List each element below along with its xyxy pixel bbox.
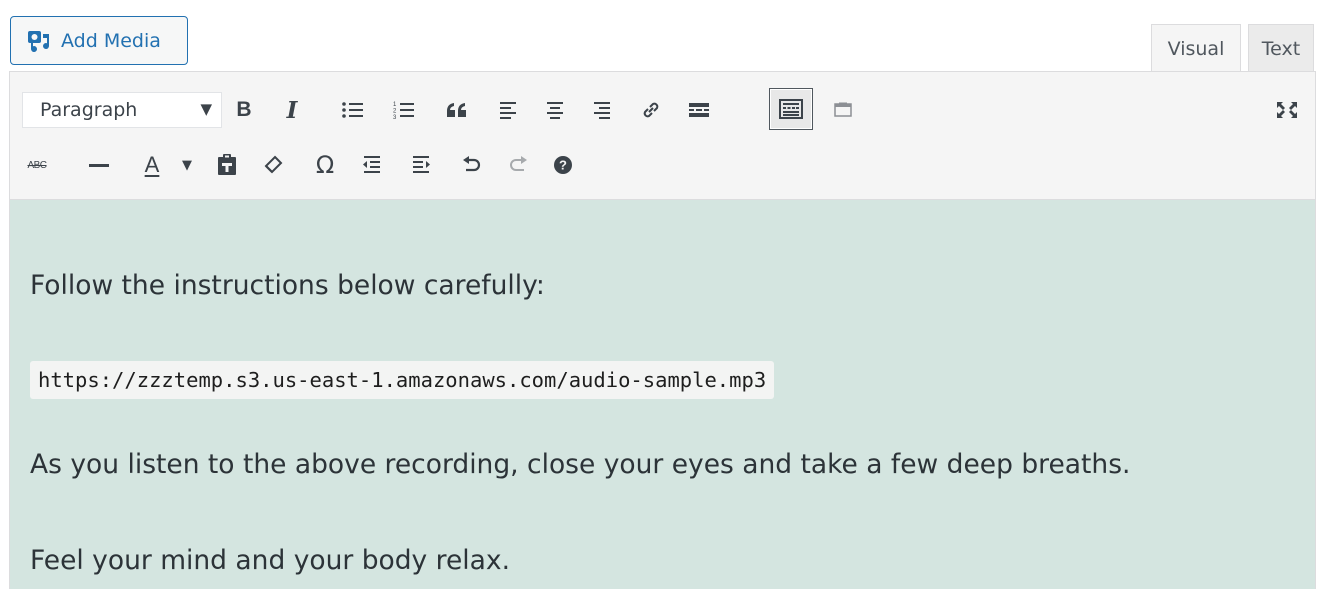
strikethrough-icon: ABC bbox=[27, 159, 47, 171]
help-button[interactable]: ? bbox=[546, 148, 580, 182]
read-more-icon bbox=[689, 103, 709, 117]
toolbar-toggle-button[interactable] bbox=[769, 88, 813, 130]
media-icon bbox=[27, 30, 53, 52]
bold-button[interactable]: B bbox=[227, 93, 261, 127]
link-button[interactable] bbox=[634, 93, 668, 127]
paragraph: As you listen to the above recording, cl… bbox=[30, 449, 1131, 480]
redo-icon bbox=[510, 156, 527, 171]
tab-visual[interactable]: Visual bbox=[1151, 24, 1241, 72]
svg-text:1: 1 bbox=[393, 102, 397, 108]
align-center-button[interactable] bbox=[538, 93, 572, 127]
add-media-button[interactable]: Add Media bbox=[10, 16, 188, 65]
add-media-label: Add Media bbox=[61, 29, 161, 52]
italic-button[interactable]: I bbox=[275, 93, 309, 127]
bullet-list-icon bbox=[342, 102, 363, 118]
redo-button[interactable] bbox=[501, 148, 535, 182]
help-icon: ? bbox=[554, 156, 572, 174]
bullet-list-button[interactable] bbox=[336, 93, 370, 127]
italic-icon: I bbox=[286, 96, 298, 124]
paragraph: Feel your mind and your body relax. bbox=[30, 545, 510, 576]
indent-button[interactable] bbox=[404, 148, 438, 182]
tab-text[interactable]: Text bbox=[1248, 24, 1314, 72]
horizontal-line-icon bbox=[89, 164, 109, 167]
text-color-icon: A bbox=[144, 152, 160, 177]
special-character-icon: Ω bbox=[315, 151, 335, 179]
align-center-icon bbox=[547, 102, 563, 119]
bold-icon: B bbox=[236, 98, 252, 121]
editor-content[interactable]: Follow the instructions below carefully:… bbox=[9, 200, 1316, 589]
align-right-button[interactable] bbox=[585, 93, 619, 127]
code-url: https://zzztemp.s3.us-east-1.amazonaws.c… bbox=[30, 361, 775, 399]
numbered-list-button[interactable]: 123 bbox=[387, 93, 421, 127]
svg-text:?: ? bbox=[559, 158, 567, 173]
align-left-icon bbox=[500, 102, 516, 119]
undo-icon bbox=[463, 156, 481, 172]
fullscreen-icon bbox=[1277, 102, 1297, 118]
indent-icon bbox=[413, 156, 430, 173]
clear-formatting-button[interactable] bbox=[256, 148, 290, 182]
clear-formatting-icon bbox=[264, 155, 283, 174]
blockquote-button[interactable] bbox=[440, 93, 474, 127]
text-color-button[interactable]: A bbox=[135, 148, 169, 182]
paste-as-text-icon bbox=[218, 154, 236, 175]
insert-placeholder-icon bbox=[834, 102, 852, 117]
svg-text:3: 3 bbox=[393, 115, 397, 120]
fullscreen-button[interactable] bbox=[1270, 93, 1304, 127]
toolbar-toggle-icon bbox=[779, 99, 803, 119]
align-right-icon bbox=[594, 102, 610, 119]
editor-frame: Add Media Visual Text Paragraph ▼ B I 12… bbox=[0, 0, 1320, 589]
format-select-value: Paragraph bbox=[40, 99, 138, 121]
format-select[interactable]: Paragraph ▼ bbox=[22, 92, 222, 128]
outdent-icon bbox=[363, 156, 380, 173]
svg-text:2: 2 bbox=[393, 109, 397, 115]
numbered-list-icon: 123 bbox=[393, 102, 414, 120]
strikethrough-button[interactable]: ABC bbox=[20, 148, 54, 182]
chevron-down-icon: ▼ bbox=[200, 100, 212, 118]
horizontal-line-button[interactable] bbox=[82, 148, 116, 182]
text-color-dropdown-icon: ▼ bbox=[182, 157, 192, 173]
insert-placeholder-button[interactable] bbox=[826, 93, 860, 127]
undo-button[interactable] bbox=[455, 148, 489, 182]
outdent-button[interactable] bbox=[355, 148, 389, 182]
editor-toolbar: Paragraph ▼ B I 123 ABC A ▼ Ω ? bbox=[9, 71, 1316, 200]
paragraph: Follow the instructions below carefully: bbox=[30, 270, 545, 301]
read-more-button[interactable] bbox=[682, 93, 716, 127]
link-icon bbox=[643, 102, 659, 118]
text-color-dropdown-button[interactable]: ▼ bbox=[177, 148, 197, 182]
align-left-button[interactable] bbox=[491, 93, 525, 127]
paste-as-text-button[interactable] bbox=[210, 148, 244, 182]
special-character-button[interactable]: Ω bbox=[308, 148, 342, 182]
blockquote-icon bbox=[447, 103, 466, 117]
